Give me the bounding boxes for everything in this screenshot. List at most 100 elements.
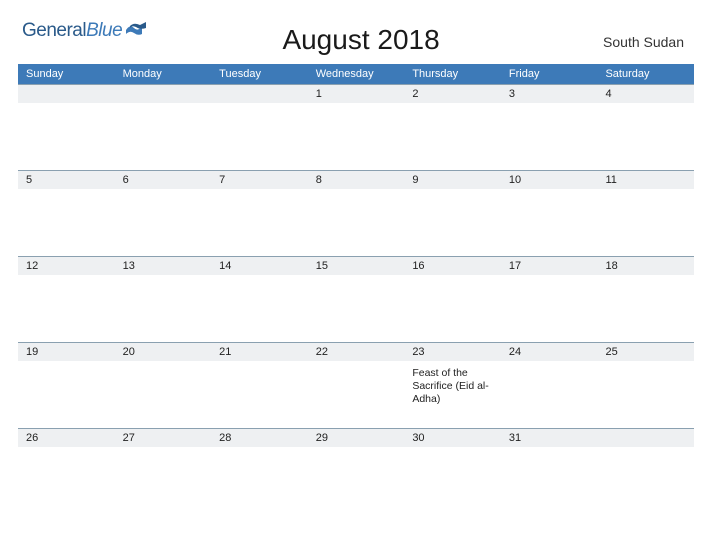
day-header: Wednesday	[308, 64, 405, 84]
day-cell	[308, 103, 405, 170]
day-number: 29	[308, 429, 405, 447]
date-strip: 262728293031	[18, 428, 694, 447]
day-number: 26	[18, 429, 115, 447]
brand-word-2: Blue	[86, 20, 122, 41]
week-body	[18, 103, 694, 170]
week-body	[18, 275, 694, 342]
day-header-row: Sunday Monday Tuesday Wednesday Thursday…	[18, 64, 694, 84]
day-cell	[308, 189, 405, 256]
day-number: 25	[597, 343, 694, 361]
day-number: 23	[404, 343, 501, 361]
day-number: 10	[501, 171, 598, 189]
week-row: 12131415161718	[18, 256, 694, 342]
day-cell	[404, 103, 501, 170]
day-cell	[18, 189, 115, 256]
day-cell	[501, 103, 598, 170]
day-cell	[115, 361, 212, 428]
day-number: 21	[211, 343, 308, 361]
region-label: South Sudan	[574, 34, 684, 50]
day-cell	[308, 275, 405, 342]
day-number: 22	[308, 343, 405, 361]
day-cell	[18, 275, 115, 342]
date-strip: 1234	[18, 84, 694, 103]
week-body: Feast of the Sacrifice (Eid al-Adha)	[18, 361, 694, 428]
brand-word-1: General	[22, 20, 86, 41]
day-cell	[501, 189, 598, 256]
day-header: Tuesday	[211, 64, 308, 84]
day-cell	[211, 189, 308, 256]
page-title: August 2018	[148, 24, 574, 56]
day-cell	[115, 103, 212, 170]
day-cell	[404, 275, 501, 342]
day-cell	[597, 189, 694, 256]
day-cell	[308, 447, 405, 514]
day-number: 2	[404, 85, 501, 103]
day-number: 17	[501, 257, 598, 275]
day-cell	[404, 189, 501, 256]
day-number: 18	[597, 257, 694, 275]
day-number: 15	[308, 257, 405, 275]
day-number: 6	[115, 171, 212, 189]
day-cell	[115, 275, 212, 342]
day-cell	[501, 447, 598, 514]
day-number: 14	[211, 257, 308, 275]
day-header: Saturday	[597, 64, 694, 84]
day-cell	[211, 103, 308, 170]
day-number: 24	[501, 343, 598, 361]
day-cell	[597, 275, 694, 342]
day-cell	[211, 361, 308, 428]
week-row: 262728293031	[18, 428, 694, 514]
day-number: 3	[501, 85, 598, 103]
day-number: 13	[115, 257, 212, 275]
day-number: 11	[597, 171, 694, 189]
day-number: 16	[404, 257, 501, 275]
day-cell	[18, 103, 115, 170]
week-body	[18, 189, 694, 256]
day-cell	[597, 103, 694, 170]
week-row: 19202122232425 Feast of the Sacrifice (Ei…	[18, 342, 694, 428]
day-cell	[211, 275, 308, 342]
day-number: 12	[18, 257, 115, 275]
week-body	[18, 447, 694, 514]
date-strip: 12131415161718	[18, 256, 694, 275]
day-number: 8	[308, 171, 405, 189]
day-cell	[404, 447, 501, 514]
day-number: 27	[115, 429, 212, 447]
day-number	[115, 85, 212, 103]
day-header: Monday	[115, 64, 212, 84]
day-cell: Feast of the Sacrifice (Eid al-Adha)	[404, 361, 501, 428]
day-cell	[18, 447, 115, 514]
day-number: 30	[404, 429, 501, 447]
day-number	[211, 85, 308, 103]
week-row: 567891011	[18, 170, 694, 256]
brand-wave-icon	[126, 22, 148, 43]
day-cell	[501, 275, 598, 342]
day-number	[597, 429, 694, 447]
day-cell	[211, 447, 308, 514]
day-header: Thursday	[404, 64, 501, 84]
day-number: 1	[308, 85, 405, 103]
day-number: 20	[115, 343, 212, 361]
day-number: 9	[404, 171, 501, 189]
day-number: 31	[501, 429, 598, 447]
day-number: 4	[597, 85, 694, 103]
day-cell	[18, 361, 115, 428]
day-number	[18, 85, 115, 103]
day-header: Sunday	[18, 64, 115, 84]
header: GeneralBlue August 2018 South Sudan	[0, 0, 712, 64]
date-strip: 567891011	[18, 170, 694, 189]
day-cell	[501, 361, 598, 428]
week-row: 1234	[18, 84, 694, 170]
date-strip: 19202122232425	[18, 342, 694, 361]
day-number: 19	[18, 343, 115, 361]
day-cell	[115, 447, 212, 514]
day-cell	[597, 361, 694, 428]
day-number: 7	[211, 171, 308, 189]
day-cell	[308, 361, 405, 428]
day-cell	[597, 447, 694, 514]
day-number: 28	[211, 429, 308, 447]
calendar: Sunday Monday Tuesday Wednesday Thursday…	[0, 64, 712, 514]
day-header: Friday	[501, 64, 598, 84]
event-label: Feast of the Sacrifice (Eid al-Adha)	[410, 365, 495, 406]
day-number: 5	[18, 171, 115, 189]
